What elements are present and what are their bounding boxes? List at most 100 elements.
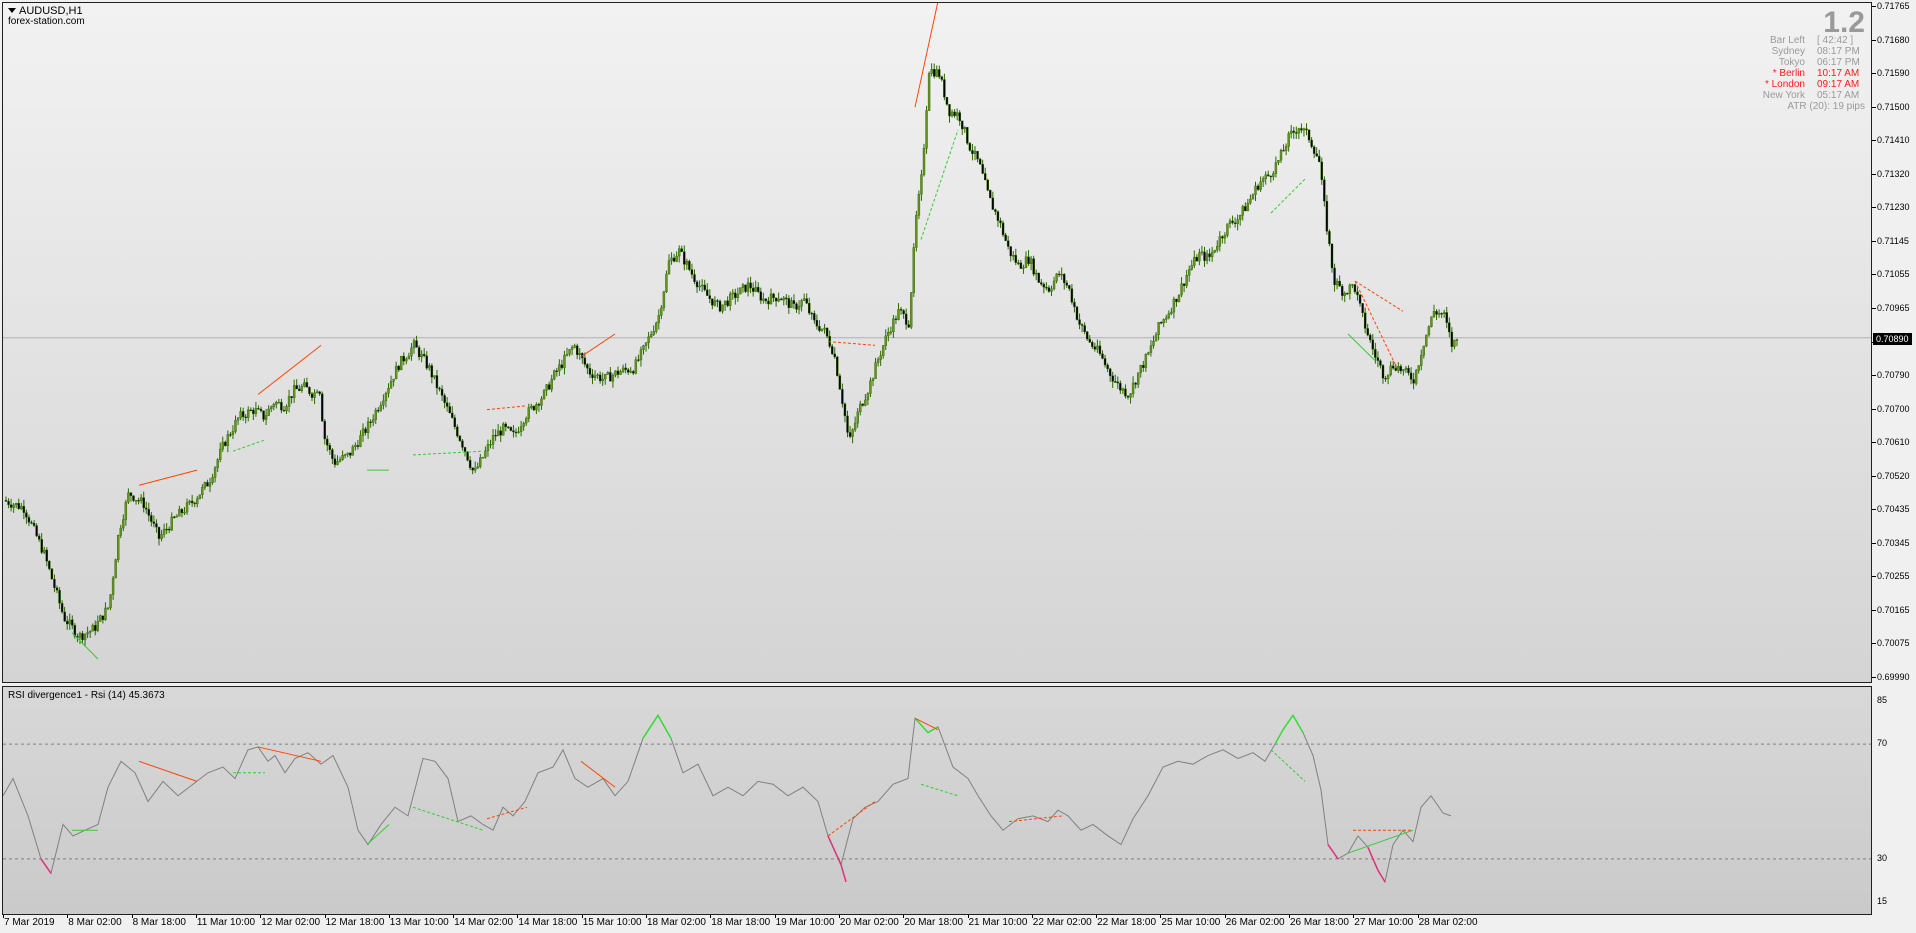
candle-body (150, 515, 153, 522)
candle-body (50, 568, 54, 580)
candle-body (795, 303, 798, 310)
rsi-axis[interactable]: 85 70 30 15 (1872, 686, 1916, 915)
candle-body (254, 408, 258, 414)
candle-body (88, 630, 92, 633)
candle-body (978, 158, 982, 165)
candle-body (295, 385, 298, 390)
candle-body (474, 467, 477, 471)
candle-body (63, 611, 66, 622)
candle-body (213, 467, 217, 478)
candle-body (655, 322, 658, 332)
candle-body (1356, 291, 1359, 296)
candle-body (777, 298, 780, 302)
candle-body (40, 539, 43, 553)
candle-body (198, 494, 202, 500)
candle-body (797, 306, 801, 310)
candle-body (994, 209, 997, 212)
candle-body (1218, 236, 1222, 247)
price-label: 0.70520 (1877, 470, 1910, 481)
candle-body (1091, 341, 1094, 347)
price-tick (1872, 307, 1876, 309)
candle-body (111, 577, 115, 595)
website-label: forex-station.com (8, 16, 85, 27)
candle-body (12, 504, 15, 508)
price-label: 0.71410 (1877, 135, 1910, 146)
candle-body (22, 506, 26, 513)
candle-body (486, 444, 490, 452)
info-value: 05:17 AM (1817, 90, 1860, 101)
info-label: Sydney (1771, 46, 1805, 57)
candle-body (448, 406, 451, 414)
candle-body (940, 76, 944, 80)
time-axis[interactable]: 7 Mar 2019 8 Mar 02:00 8 Mar 18:00 11 Mar 1… (2, 915, 1872, 933)
candle-body (481, 457, 485, 459)
time-label: 22 Mar 02:00 (1032, 917, 1092, 928)
candle-body (746, 282, 750, 292)
candle-body (833, 353, 836, 358)
candle-body (782, 297, 785, 301)
candle-body (726, 300, 729, 306)
time-label: 15 Mar 10:00 (582, 917, 642, 928)
candle-body (190, 500, 194, 504)
candle-body (769, 293, 773, 305)
info-label: New York (1762, 90, 1805, 101)
price-chart[interactable]: AUDUSD,H1 forex-station.com 1.2 Bar Left… (2, 2, 1872, 683)
candle-body (1284, 146, 1288, 151)
candle-body (1108, 368, 1112, 377)
chevron-down-icon (8, 8, 16, 13)
candle-body (1335, 280, 1339, 286)
candle-body (1351, 284, 1354, 286)
candle-body (35, 525, 38, 537)
candle-body (698, 285, 701, 288)
candle-body (185, 502, 189, 513)
candle-body (846, 415, 849, 433)
candle-body (741, 284, 745, 288)
candle-body (53, 578, 56, 588)
candle-body (573, 345, 576, 348)
price-label: 0.70435 (1877, 504, 1910, 515)
candle-body (555, 370, 558, 372)
candle-body (1193, 256, 1196, 266)
candle-body (560, 364, 564, 369)
candle-body (670, 257, 673, 261)
candle-body (1022, 267, 1025, 269)
candle-body (637, 359, 640, 361)
price-label: 0.71590 (1877, 68, 1910, 79)
candle-body (1009, 246, 1012, 257)
candle-body (915, 215, 918, 248)
candle-body (930, 69, 933, 74)
candle-body (356, 445, 360, 447)
candle-body (241, 411, 245, 418)
candle-body (147, 509, 151, 516)
candle-body (984, 173, 987, 181)
candle-body (1267, 174, 1270, 177)
candle-body (1437, 313, 1441, 315)
candle-body (1017, 262, 1020, 264)
info-value: 08:17 PM (1817, 46, 1860, 57)
candle-body (341, 455, 344, 460)
candle-body (815, 319, 819, 327)
candle-body (165, 528, 168, 531)
candle-body (96, 621, 100, 631)
candle-body (208, 482, 212, 487)
candle-body (744, 284, 747, 292)
candle-body (1223, 235, 1227, 239)
rsi-panel[interactable]: RSI divergence1 - Rsi (14) 45.3673 (2, 686, 1872, 915)
candle-body (718, 300, 722, 312)
candle-body (823, 327, 826, 330)
candle-body (239, 411, 242, 419)
candle-body (507, 426, 510, 429)
candle-body (86, 632, 89, 635)
candle-body (1450, 331, 1454, 347)
info-row: ATR (20): 19 pips (1763, 101, 1865, 112)
price-tick (1872, 73, 1876, 75)
candle-body (417, 347, 421, 358)
candle-body (175, 516, 179, 518)
candle-body (619, 371, 622, 375)
candle-body (83, 633, 87, 641)
candle-body (1238, 215, 1242, 220)
candle-body (1256, 185, 1260, 190)
candle-body (1318, 155, 1321, 163)
candle-body (1165, 317, 1168, 320)
rsi-bullish-divergence-line (920, 783, 959, 797)
